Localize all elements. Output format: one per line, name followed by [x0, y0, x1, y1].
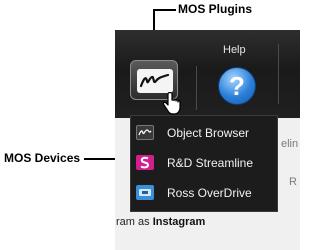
caption-bold: Instagram [152, 216, 206, 228]
partial-cell: R [289, 176, 297, 188]
caption-prefix: ram as [116, 216, 153, 228]
help-button[interactable]: ? [214, 66, 260, 110]
mos-devices-menu: Object Browser R&D Streamline Ross OverD… [130, 115, 278, 212]
help-question-icon: ? [218, 67, 256, 105]
background-caption: ram as Instagram [116, 216, 205, 228]
help-label: Help [223, 44, 246, 56]
menu-item-label: Ross OverDrive [167, 186, 252, 200]
callout-leader-h [153, 9, 176, 11]
streamline-icon [136, 155, 154, 170]
callout-bracket-h [84, 158, 119, 160]
menu-item-rd-streamline[interactable]: R&D Streamline [131, 149, 277, 176]
mos-signature-icon [137, 69, 173, 93]
callout-mos-plugins: MOS Plugins [178, 2, 253, 16]
menu-item-label: Object Browser [167, 126, 250, 140]
menu-item-object-browser[interactable]: Object Browser [131, 119, 277, 146]
object-browser-icon [136, 125, 154, 140]
partial-column-header: elin [281, 138, 299, 150]
toolbar-separator [196, 66, 197, 110]
menu-item-label: R&D Streamline [167, 156, 254, 170]
overdrive-icon [136, 185, 154, 200]
callout-mos-devices: MOS Devices [4, 151, 81, 165]
menu-item-ross-overdrive[interactable]: Ross OverDrive [131, 179, 277, 206]
toolbar-separator-right [278, 44, 301, 104]
